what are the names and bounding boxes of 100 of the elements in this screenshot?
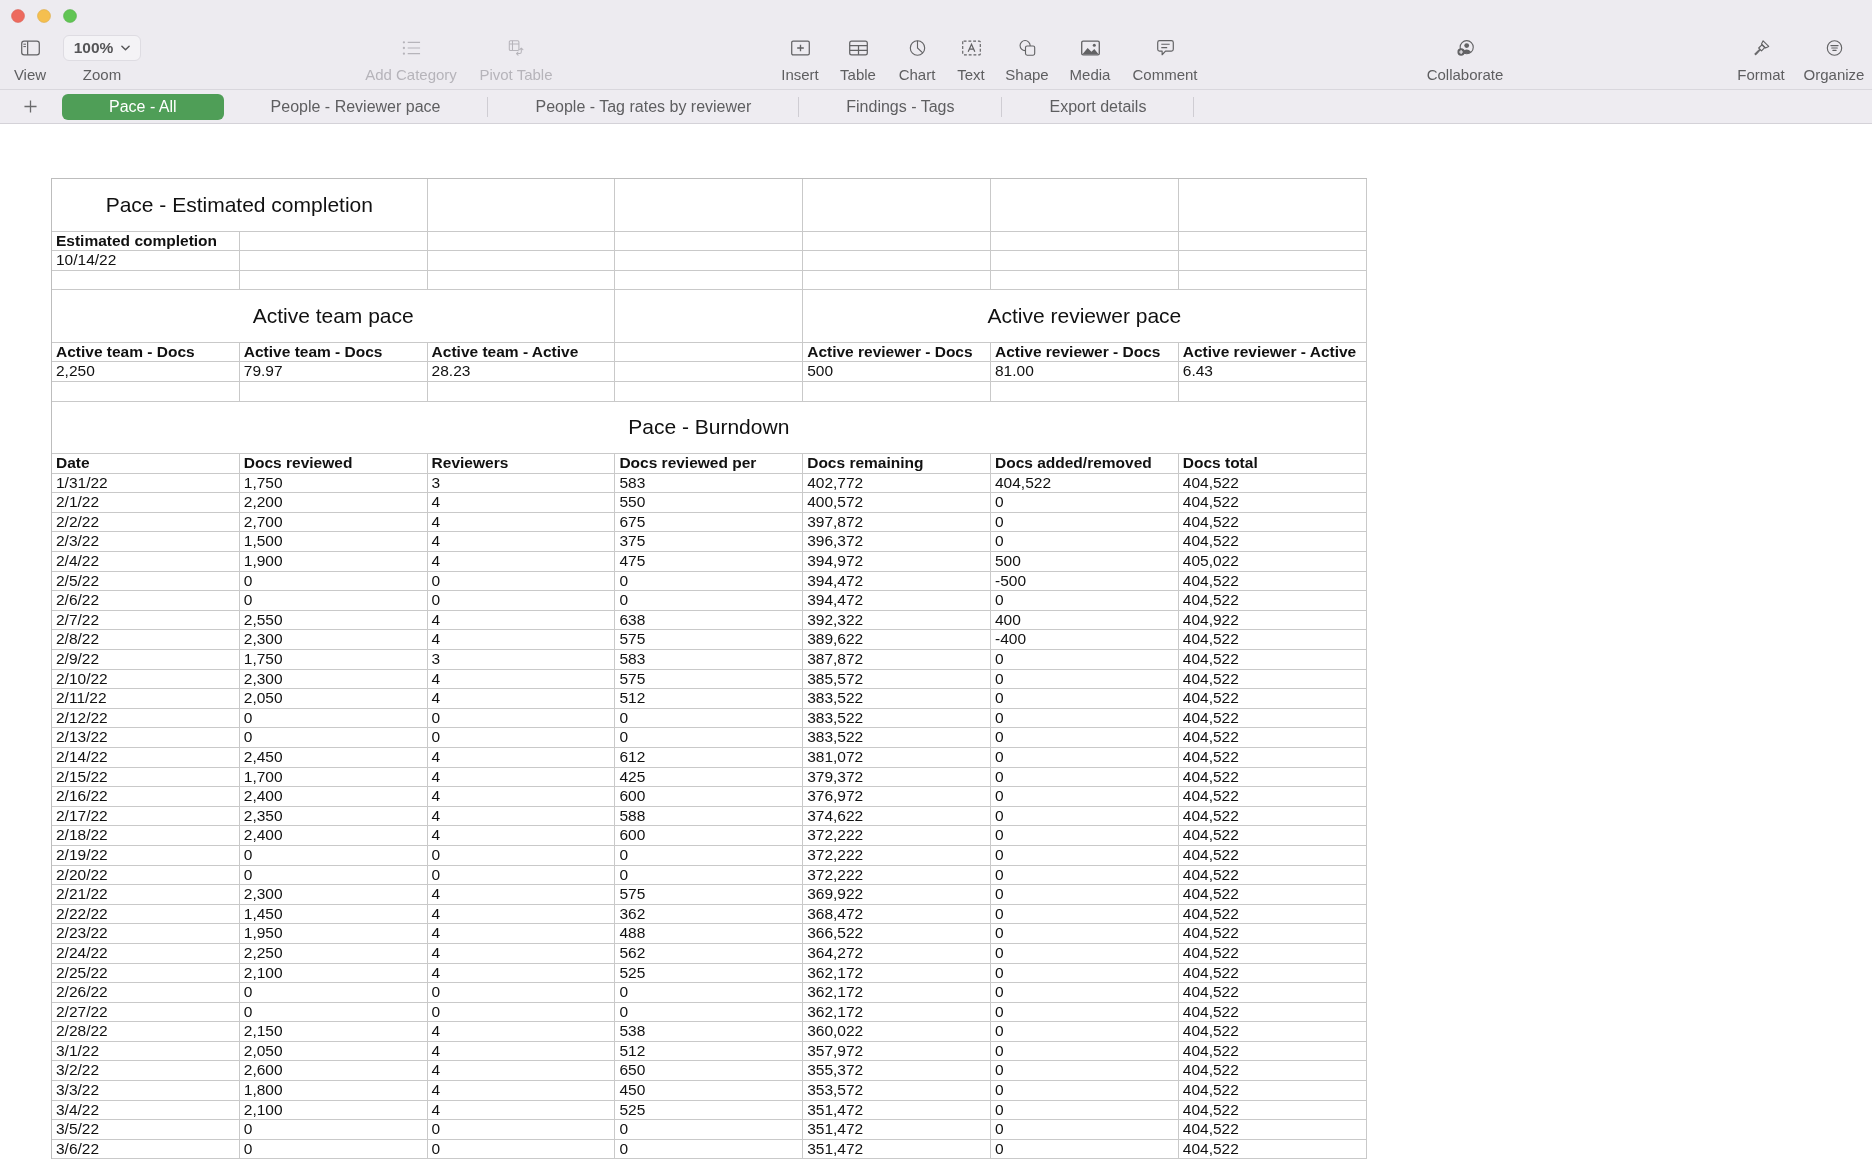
zoom-label: Zoom <box>82 66 122 83</box>
table-cell: 2/13/22 <box>52 728 240 748</box>
table-cell: 0 <box>615 591 804 611</box>
table-cell: 0 <box>615 865 804 886</box>
table-cell: 0 <box>991 924 1179 944</box>
table-cell: 357,972 <box>803 1041 991 1062</box>
table-title: Pace - Burndown <box>52 401 1367 455</box>
table-cell: 4 <box>427 630 616 650</box>
table-title: Pace - Estimated completion <box>52 179 428 232</box>
table-cell: 3 <box>427 650 616 670</box>
toolbar-button[interactable]: Collaborate <box>1420 35 1510 83</box>
table-cell: 6.43 <box>1178 362 1367 382</box>
toolbar-button[interactable]: Format <box>1731 35 1791 83</box>
table-cell: 396,372 <box>803 532 991 553</box>
table-cell: 79.97 <box>239 362 428 382</box>
table-cell: 2/17/22 <box>52 806 240 827</box>
table-cell: 404,522 <box>1178 1022 1367 1042</box>
table-cell: 374,622 <box>803 806 991 827</box>
table-cell: 81.00 <box>991 362 1179 382</box>
table-cell: 588 <box>615 806 804 827</box>
table-cell: 0 <box>615 1120 804 1140</box>
column-header: Reviewers <box>427 454 616 474</box>
sheet-tab[interactable]: People - Tag rates by reviewer <box>488 96 800 117</box>
sheet-tab[interactable]: Findings - Tags <box>799 96 1003 117</box>
toolbar-button[interactable]: Comment <box>1130 35 1200 83</box>
table-cell: 2/9/22 <box>52 650 240 670</box>
table-cell: 369,922 <box>803 885 991 905</box>
table-cell: 675 <box>615 512 804 533</box>
table-cell: 0 <box>427 728 616 748</box>
table-cell: 1,750 <box>239 650 428 670</box>
table-cell: 404,522 <box>1178 885 1367 905</box>
toolbar-button[interactable]: View <box>5 35 55 83</box>
table-cell: 2/23/22 <box>52 924 240 944</box>
table-cell: 404,522 <box>1178 650 1367 670</box>
column-header: Estimated completion <box>52 231 240 252</box>
toolbar-button[interactable]: Shape <box>1001 35 1053 83</box>
table-cell: 2/25/22 <box>52 963 240 984</box>
table-cell: 1,900 <box>239 552 428 572</box>
table-cell: 3/4/22 <box>52 1100 240 1121</box>
toolbar-button[interactable]: Media <box>1064 35 1116 83</box>
grid-arrow-icon <box>506 40 526 56</box>
close-icon[interactable] <box>11 8 25 23</box>
table-cell: 2,250 <box>52 362 240 382</box>
table-cell: 2/18/22 <box>52 826 240 846</box>
table-cell: 404,522 <box>1178 826 1367 846</box>
table-cell: 1,800 <box>239 1081 428 1101</box>
chevron-down-icon <box>121 45 131 51</box>
list-circle-icon <box>1824 40 1844 56</box>
table-cell: 28.23 <box>427 362 616 382</box>
table-cell: 2/16/22 <box>52 787 240 807</box>
table-cell: 394,472 <box>803 571 991 592</box>
table-cell: 425 <box>615 767 804 788</box>
table-cell: 2/2/22 <box>52 512 240 533</box>
sheet-tab[interactable]: People - Reviewer pace <box>223 96 489 117</box>
table-cell: 488 <box>615 924 804 944</box>
table-cell: 0 <box>991 728 1179 748</box>
table-cell: 2,400 <box>239 787 428 807</box>
table-cell: 2/8/22 <box>52 630 240 650</box>
table-cell: 638 <box>615 610 804 631</box>
zoom-dropdown[interactable]: 100% <box>63 35 141 61</box>
image-icon <box>1080 40 1100 56</box>
table-cell: 404,522 <box>1178 1081 1367 1101</box>
minimize-icon[interactable] <box>37 8 51 23</box>
table-cell: 2,300 <box>239 630 428 650</box>
toolbar-button[interactable]: Chart <box>892 35 942 83</box>
sheet-tab[interactable]: Export details <box>1002 96 1195 117</box>
toolbar-button[interactable]: Insert <box>775 35 825 83</box>
table-cell: 2/21/22 <box>52 885 240 905</box>
table-cell: 0 <box>239 983 428 1003</box>
table-cell: 1,950 <box>239 924 428 944</box>
toolbar-button[interactable]: Text <box>949 35 993 83</box>
table-cell: 362 <box>615 904 804 925</box>
person-plus-icon <box>1455 40 1475 56</box>
table-cell: 404,522 <box>1178 591 1367 611</box>
table-cell: 2/3/22 <box>52 532 240 553</box>
table-cell: 0 <box>991 1081 1179 1101</box>
table-cell: 389,622 <box>803 630 991 650</box>
table-cell: 376,972 <box>803 787 991 807</box>
table-cell: 600 <box>615 826 804 846</box>
table-cell: 383,522 <box>803 728 991 748</box>
toolbar-button[interactable]: Table <box>833 35 883 83</box>
table-cell: 0 <box>615 728 804 748</box>
table-cell: 351,472 <box>803 1139 991 1160</box>
table-cell: 0 <box>615 571 804 592</box>
sheet-tab[interactable]: Pace - All <box>62 93 224 120</box>
maximize-icon[interactable] <box>63 8 77 23</box>
table-cell: 392,322 <box>803 610 991 631</box>
table-cell: 0 <box>991 1022 1179 1042</box>
table-cell: 3/5/22 <box>52 1120 240 1140</box>
table-cell: 353,572 <box>803 1081 991 1101</box>
table-cell: 0 <box>991 650 1179 670</box>
sidebar-icon <box>20 40 40 56</box>
column-header: Active reviewer - Docs <box>803 342 991 363</box>
table-cell: 0 <box>615 1002 804 1023</box>
table-cell: 362,172 <box>803 963 991 984</box>
table-cell: 525 <box>615 1100 804 1121</box>
table-cell: 402,772 <box>803 473 991 494</box>
table-cell: 0 <box>991 532 1179 553</box>
table-cell: 2/1/22 <box>52 493 240 513</box>
toolbar-button[interactable]: Organize <box>1799 35 1869 83</box>
